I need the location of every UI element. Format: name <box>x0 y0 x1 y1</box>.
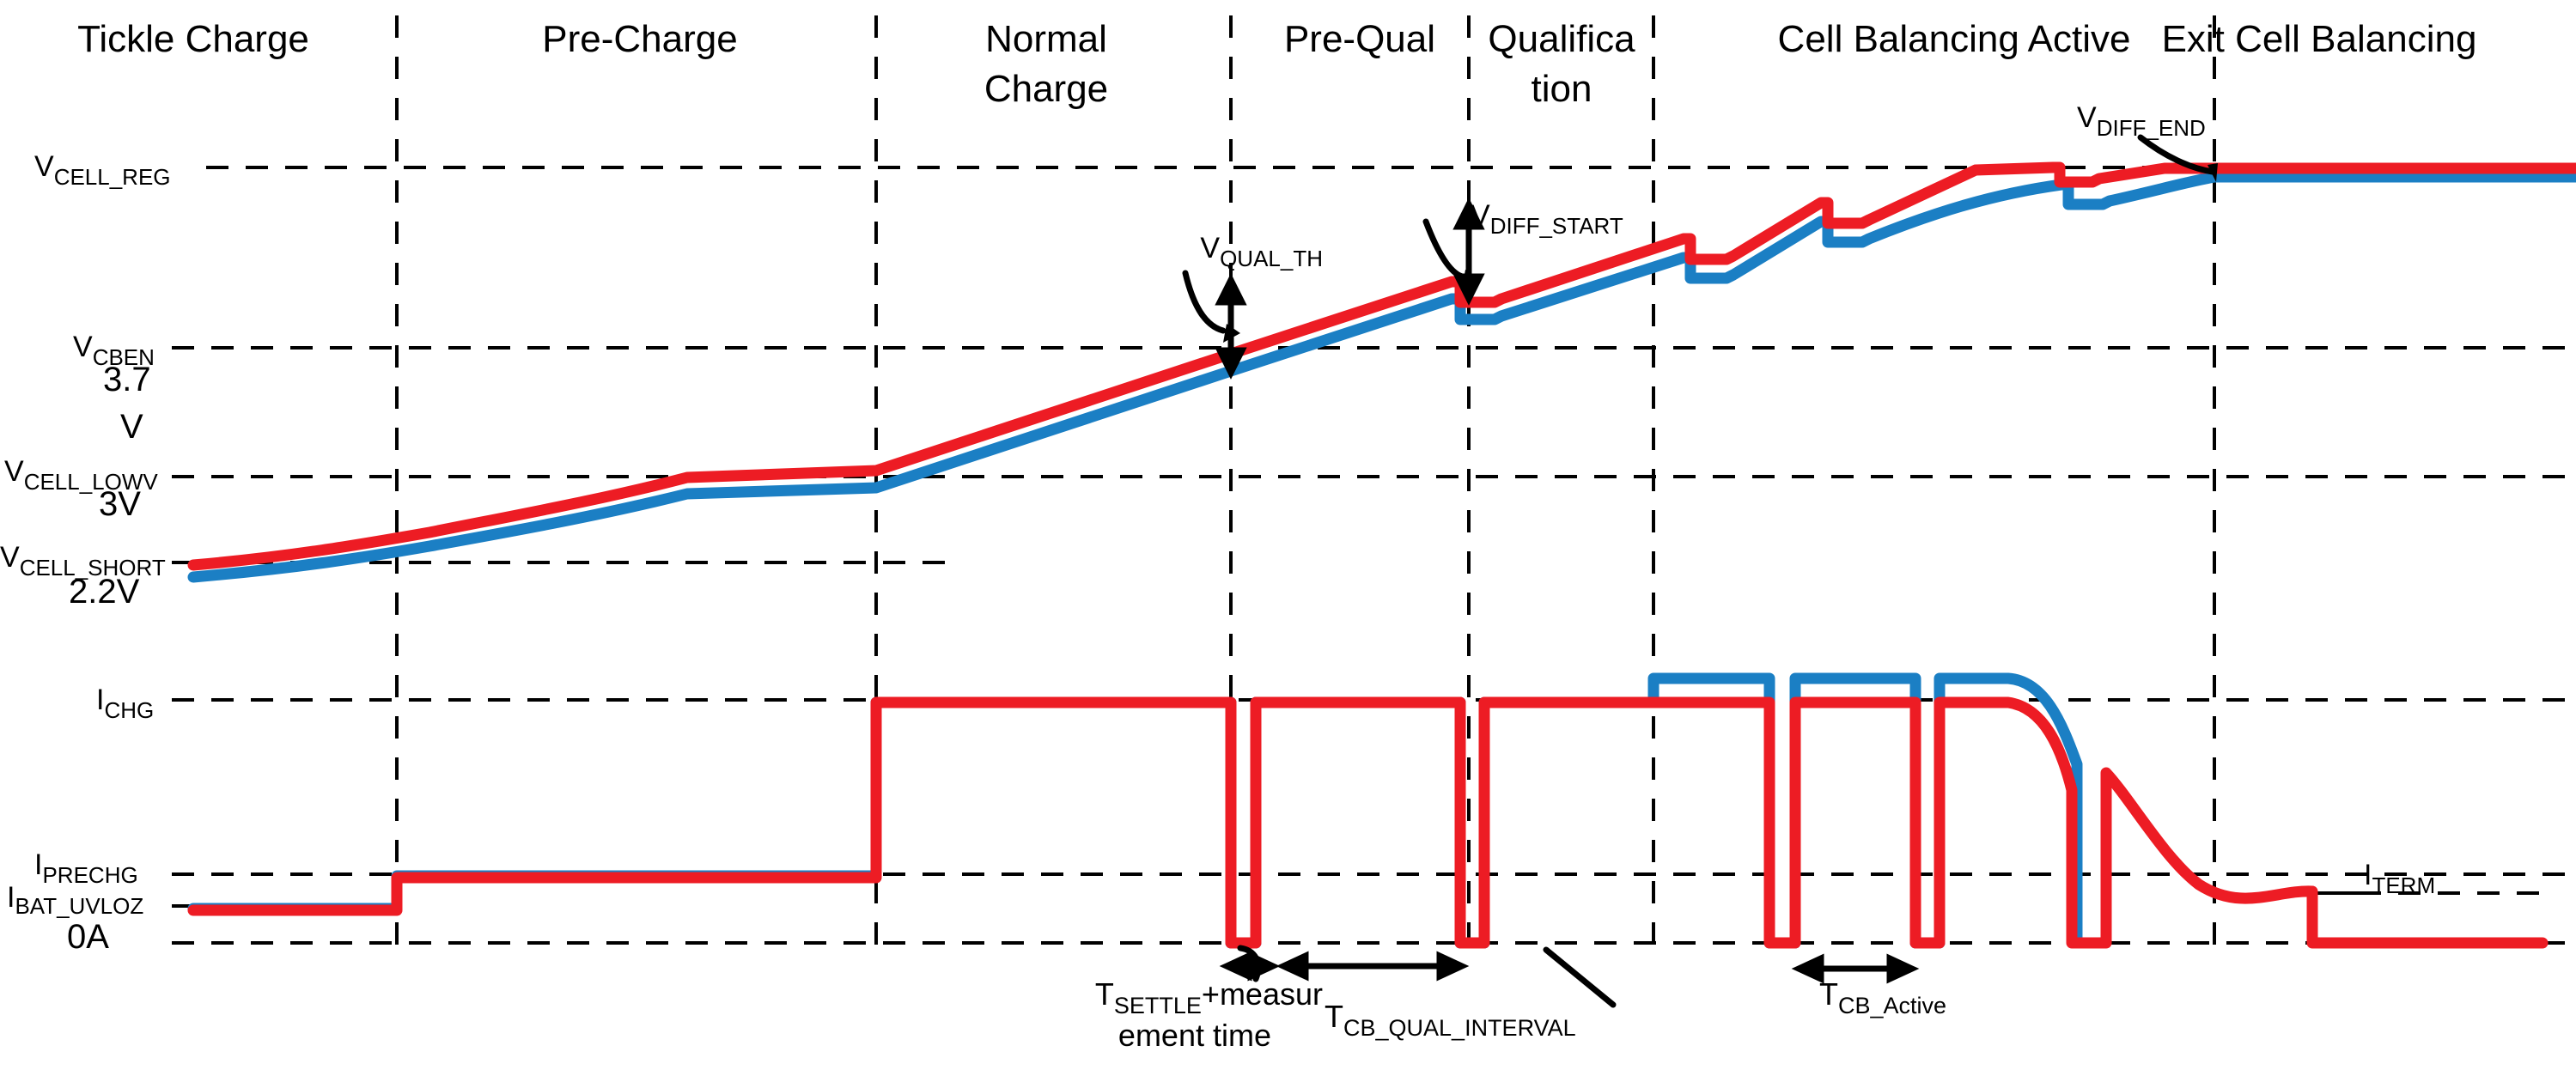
arrowhead-tsettle-r <box>1247 951 1281 982</box>
phase-label-normal-charge: Normal <box>985 18 1107 60</box>
phase-label-cell-balancing-active: Cell Balancing Active <box>1778 18 2131 60</box>
phase-label-qualification-line2: tion <box>1532 68 1592 110</box>
axis-label-v-cell-reg: VCELL_REG <box>34 150 171 190</box>
i-chg-base: I <box>96 684 104 716</box>
v-diff-start-base: V <box>1471 199 1490 232</box>
v-cell-reg-base: V <box>34 150 54 183</box>
i-term-base: I <box>2364 859 2372 891</box>
phase-label-pre-charge: Pre-Charge <box>542 18 737 60</box>
v-cell-lowv-base: V <box>4 455 24 488</box>
arrowhead-tcba-r <box>1886 953 1920 984</box>
timing-label-t-cb-qual-interval: TCB_QUAL_INTERVAL <box>1325 999 1576 1041</box>
axis-value-v-cben: 3.7 <box>103 361 151 398</box>
i-prechg-sub: PRECHG <box>42 862 137 888</box>
leader-v-diff-start <box>1422 218 1465 280</box>
t-settle-tail: +measur <box>1202 976 1323 1012</box>
i-prechg-base: I <box>34 848 42 881</box>
axis-value-v-cell-lowv: 3V <box>99 485 141 523</box>
voltage-axis-labels: VCELL_REG VCBEN 3.7 V VCELL_LOWV 3V VCEL… <box>0 150 171 611</box>
phase-label-tickle-charge: Tickle Charge <box>77 18 309 60</box>
axis-value-v-cben-unit: V <box>120 408 143 446</box>
waveform-canvas: Tickle Charge Pre-Charge Normal Charge P… <box>0 15 2576 1053</box>
timing-label-t-cb-active: TCB_Active <box>1819 976 1946 1018</box>
i-chg-sub: CHG <box>104 697 154 723</box>
annotation-v-diff-start: VDIFF_START <box>1471 199 1623 239</box>
t-cb-qual-base: T <box>1325 999 1343 1034</box>
axis-label-i-chg: ICHG <box>96 684 154 723</box>
t-settle-sub: SETTLE <box>1114 993 1202 1018</box>
i-bat-uvloz-sub: BAT_UVLOZ <box>15 893 143 919</box>
i-term-sub: TERM <box>2372 872 2435 898</box>
v-diff-start-sub: DIFF_START <box>1490 213 1623 239</box>
threshold-line-solid-stub <box>172 891 2371 908</box>
annotation-v-diff-end: VDIFF_END <box>2077 101 2206 141</box>
timing-label-t-settle: TSETTLE+measur <box>1095 976 1323 1018</box>
phase-label-qualification: Qualifica <box>1488 18 1635 60</box>
arrowhead-tsettle-l <box>1219 951 1252 982</box>
annotation-i-term: ITERM <box>2364 859 2435 898</box>
phase-label-pre-qual: Pre-Qual <box>1284 18 1435 60</box>
current-trace-cell1 <box>187 696 2549 949</box>
t-cb-active-sub: CB_Active <box>1838 993 1946 1018</box>
v-cell-reg-sub: CELL_REG <box>54 164 171 190</box>
i-bat-uvloz-base: I <box>7 881 15 914</box>
arrowhead-tcbq-r <box>1436 951 1470 982</box>
voltage-trace-cell1 <box>187 161 2576 571</box>
leader-t-cb-qual <box>1543 946 1617 1008</box>
phase-label-exit-cell-balancing: Exit Cell Balancing <box>2162 18 2477 60</box>
axis-label-i-prechg: IPRECHG <box>34 848 138 888</box>
t-cb-qual-sub: CB_QUAL_INTERVAL <box>1343 1015 1576 1041</box>
arrowhead-tcba-l <box>1791 953 1824 984</box>
v-diff-end-sub: DIFF_END <box>2097 115 2206 141</box>
v-diff-end-base: V <box>2077 101 2097 134</box>
phase-label-normal-charge-line2: Charge <box>984 68 1108 110</box>
axis-value-i-zero: 0A <box>67 918 109 956</box>
voltage-trace-cell2 <box>187 171 2576 583</box>
arrowhead-tcbq-l <box>1276 951 1309 982</box>
arrowhead-qual-up <box>1215 273 1247 306</box>
phase-labels: Tickle Charge Pre-Charge Normal Charge P… <box>77 18 2476 110</box>
v-qual-th-base: V <box>1200 232 1220 264</box>
annotation-v-qual-th: VQUAL_TH <box>1200 232 1323 271</box>
v-cell-short-base: V <box>0 541 20 574</box>
v-cben-base: V <box>73 331 93 363</box>
v-qual-th-sub: QUAL_TH <box>1220 246 1323 271</box>
timing-label-t-settle-line2: ement time <box>1118 1018 1271 1053</box>
t-cb-active-base: T <box>1819 976 1838 1012</box>
current-axis-labels: ICHG IPRECHG IBAT_UVLOZ 0A <box>7 684 154 956</box>
t-settle-base: T <box>1095 976 1114 1012</box>
charging-profile-diagram: Tickle Charge Pre-Charge Normal Charge P… <box>0 0 2576 1070</box>
timing-labels: TSETTLE+measur ement time TCB_QUAL_INTER… <box>1095 976 1946 1053</box>
axis-value-v-cell-short: 2.2V <box>69 573 140 611</box>
